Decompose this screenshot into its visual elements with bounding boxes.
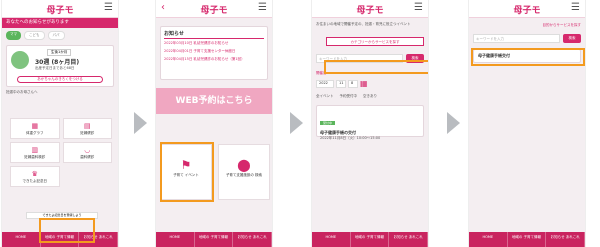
search-button[interactable]: 検索 xyxy=(563,34,581,43)
app-logo: 母子モ xyxy=(513,6,541,16)
tooth-icon: ◡ xyxy=(84,146,91,154)
tile-label: 体重グラフ xyxy=(26,131,44,135)
news-item[interactable]: 2022年04月15日 乳幼児健診のお知らせ（第1回） xyxy=(164,57,264,62)
clipboard-icon: ▤ xyxy=(83,122,91,130)
month-select[interactable]: 11 xyxy=(336,79,346,88)
tile-label: 妊婦健診 xyxy=(80,131,95,135)
hamburger-icon[interactable]: ☰ xyxy=(104,2,113,13)
year-select[interactable]: 2022 xyxy=(316,79,334,88)
nav-news[interactable]: お知らせ あれこれ xyxy=(389,232,428,247)
tutorial-stage: 母子モ ☰ あなたへのお知らせがあります ママ こども パパ 生後1か月 30週… xyxy=(0,0,600,247)
family-tabs: ママ こども パパ xyxy=(2,28,118,43)
next-arrow-icon xyxy=(134,112,147,134)
app-logo: 母子モ xyxy=(46,6,74,16)
news-card: お知らせ 2022年03月10日 乳幼児健診のお知らせ 2022年04月01日 … xyxy=(160,26,268,80)
app-header: 母子モ ☰ xyxy=(469,0,585,18)
due-date-text: 出産予定日まであと68日 xyxy=(35,66,75,70)
intro-text: お住まいの地域で開催予定の、妊娠・育児に役立つイベント xyxy=(316,22,411,26)
tile-label: 歯科健診 xyxy=(80,155,95,159)
status-badge: 受付中 xyxy=(320,121,336,125)
tile-checkup[interactable]: ▤ 妊婦健診 xyxy=(62,118,112,139)
tab-child[interactable]: こども xyxy=(24,31,45,40)
highlight-local-info xyxy=(39,218,95,243)
web-reservation-banner: WEB予約はこちら xyxy=(156,88,272,114)
phone-screen-category-results: 母子モ ☰ 目的からサービスを探す キーワードを入力 検索 母子健康手帳交付 H… xyxy=(468,0,586,247)
phone-screen-local-info: ‹ 母子モ ☰ お知らせ 2022年03月10日 乳幼児健診のお知らせ 2022… xyxy=(155,0,273,247)
weeks-label: 30週 (8ヶ月目) xyxy=(35,59,80,66)
tile-label: 妊婦歯科検診 xyxy=(24,155,46,159)
nav-home[interactable]: HOME xyxy=(2,232,41,247)
nav-local-info[interactable]: 地域の 子育て情報 xyxy=(195,232,234,247)
date-picker: 2022 11 8 ▦ xyxy=(316,79,424,88)
search-row: キーワードを入力 検索 xyxy=(473,34,581,43)
cake-icon: ♛ xyxy=(31,170,38,178)
nav-home[interactable]: HOME xyxy=(469,232,508,247)
bottom-nav: HOME 地域の 子育て情報 お知らせ あれこれ xyxy=(312,232,428,247)
app-header: 母子モ ☰ xyxy=(2,0,118,18)
bottom-nav: HOME 地域の 子育て情報 お知らせ あれこれ xyxy=(156,232,272,247)
age-selector[interactable]: 生後1か月 xyxy=(47,49,72,56)
phone-screen-home: 母子モ ☰ あなたへのお知らせがあります ママ こども パパ 生後1か月 30週… xyxy=(1,0,119,247)
highlight-events xyxy=(160,142,214,202)
nav-home[interactable]: HOME xyxy=(312,232,351,247)
baby-icon xyxy=(11,51,29,69)
next-arrow-icon xyxy=(447,112,460,134)
highlight-category xyxy=(324,60,428,74)
highlight-result xyxy=(471,48,585,66)
app-header: ‹ 母子モ ☰ xyxy=(156,0,272,18)
news-item[interactable]: 2022年04月01日 子育て支援センター休館日 xyxy=(164,49,264,54)
book-icon: ▥ xyxy=(31,146,39,154)
pregnancy-card: 生後1か月 30週 (8ヶ月目) 出産予定日まであと68日 あかちゃんのきろくを… xyxy=(6,45,114,87)
news-item[interactable]: 2022年03月10日 乳幼児健診のお知らせ xyxy=(164,41,264,46)
hamburger-icon[interactable]: ☰ xyxy=(571,2,580,13)
phone-screen-event-search: 母子モ ☰ お住まいの地域で開催予定の、妊娠・育児に役立つイベント カテゴリーか… xyxy=(311,0,429,247)
bottom-nav: HOME 地域の 子育て情報 お知らせ あれこれ xyxy=(469,232,585,247)
tile-label: 子育て支援施設の 検索 xyxy=(225,173,263,177)
event-date: 2022年11月8日（火）10:00〜15:00 xyxy=(320,136,381,140)
hamburger-icon[interactable]: ☰ xyxy=(258,2,267,13)
app-logo: 母子モ xyxy=(356,6,384,16)
record-link[interactable]: あかちゃんのきろくをつける xyxy=(17,76,103,83)
news-title: お知らせ xyxy=(164,30,264,39)
tile-dental[interactable]: ▥ 妊婦歯科検診 xyxy=(10,142,60,163)
day-select[interactable]: 8 xyxy=(348,79,358,88)
tile-label: できたよ記念日 xyxy=(22,179,48,183)
check-available[interactable]: 空きあり xyxy=(363,94,377,99)
app-header: 母子モ ☰ xyxy=(312,0,428,18)
nav-local-info[interactable]: 地域の 子育て情報 xyxy=(508,232,547,247)
back-to-category-link[interactable]: 目的からサービスを探す xyxy=(469,18,585,28)
chart-icon: ▦ xyxy=(31,122,39,130)
check-open[interactable]: 予約受付中 xyxy=(340,94,358,99)
filter-checks: 全イベント 予約受付中 空きあり xyxy=(316,94,424,99)
nav-news[interactable]: お知らせ あれこれ xyxy=(233,232,272,247)
nav-home[interactable]: HOME xyxy=(156,232,195,247)
check-all[interactable]: 全イベント xyxy=(316,94,334,99)
app-logo: 母子モ xyxy=(200,6,228,16)
info-title: 妊娠中のお母さんへ xyxy=(6,90,38,94)
calendar-icon[interactable]: ▦ xyxy=(360,79,368,88)
notice-bar[interactable]: あなたへのお知らせがあります xyxy=(2,18,118,28)
tab-papa[interactable]: パパ xyxy=(47,31,65,40)
search-input[interactable]: キーワードを入力 xyxy=(473,34,560,43)
tab-mama[interactable]: ママ xyxy=(6,31,21,40)
tile-memorial[interactable]: ♛ できたよ記念日 xyxy=(10,166,60,187)
next-arrow-icon xyxy=(290,112,303,134)
event-card[interactable]: 受付中 母子健康手帳の交付 2022年11月8日（火）10:00〜15:00 xyxy=(316,105,424,140)
nav-local-info[interactable]: 地域の 子育て情報 xyxy=(351,232,390,247)
category-search-button[interactable]: カテゴリーからサービスを探す xyxy=(326,37,424,46)
tile-dental-check[interactable]: ◡ 歯科健診 xyxy=(62,142,112,163)
tile-facility-search[interactable]: ⬤ 子育て支援施設の 検索 xyxy=(218,144,270,200)
map-pin-icon: ⬤ xyxy=(237,158,251,172)
feature-tiles: ▦ 体重グラフ ▤ 妊婦健診 ▥ 妊婦歯科検診 ◡ 歯科健診 ♛ できたよ記念日 xyxy=(10,118,112,187)
nav-news[interactable]: お知らせ あれこれ xyxy=(546,232,585,247)
tile-weight-graph[interactable]: ▦ 体重グラフ xyxy=(10,118,60,139)
hamburger-icon[interactable]: ☰ xyxy=(414,2,423,13)
